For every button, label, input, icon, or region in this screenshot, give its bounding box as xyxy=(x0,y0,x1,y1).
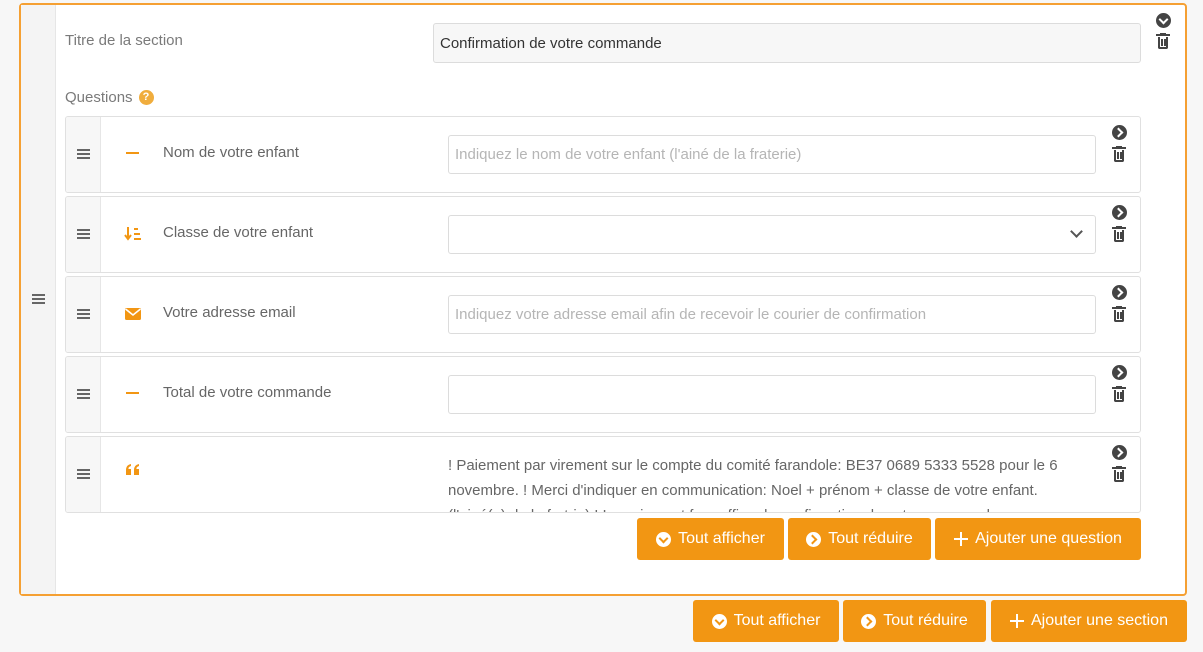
plus-icon xyxy=(954,532,969,546)
section-title-input[interactable] xyxy=(433,23,1141,63)
minus-icon xyxy=(124,145,142,163)
button-label: Tout afficher xyxy=(733,612,821,629)
delete-section-icon[interactable] xyxy=(1156,33,1170,50)
chevron-circle-down-icon xyxy=(711,613,727,629)
question-actions xyxy=(1112,445,1127,483)
question-label: Classe de votre enfant xyxy=(163,224,314,241)
question-item: Total de votre commande xyxy=(65,356,1141,433)
section-drag-handle[interactable] xyxy=(21,5,56,594)
drag-handle-icon xyxy=(32,294,45,304)
question-drag-handle[interactable] xyxy=(66,117,101,192)
collapse-section-icon[interactable] xyxy=(1156,13,1171,28)
total-field[interactable] xyxy=(448,375,1096,414)
question-drag-handle[interactable] xyxy=(66,277,101,352)
question-label: Total de votre commande xyxy=(163,384,332,401)
show-all-sections-button[interactable]: Tout afficher xyxy=(693,600,839,642)
chevron-circle-down-icon xyxy=(656,531,672,547)
button-label: Ajouter une section xyxy=(1031,612,1168,629)
question-actions xyxy=(1112,205,1127,243)
delete-question-icon[interactable] xyxy=(1112,226,1126,243)
quote-icon xyxy=(124,461,142,477)
add-question-button[interactable]: Ajouter une question xyxy=(935,518,1141,560)
add-section-button[interactable]: Ajouter une section xyxy=(991,600,1187,642)
drag-handle-icon xyxy=(77,229,90,239)
button-label: Tout afficher xyxy=(678,530,765,547)
question-input[interactable] xyxy=(448,135,1096,174)
button-label: Tout réduire xyxy=(828,530,913,547)
question-actions xyxy=(1112,125,1127,163)
question-drag-handle[interactable] xyxy=(66,437,101,512)
question-item: Votre adresse email xyxy=(65,276,1141,353)
chevron-down-icon xyxy=(1070,225,1083,238)
minus-icon xyxy=(124,385,142,403)
expand-question-icon[interactable] xyxy=(1112,205,1127,220)
chevron-circle-right-icon xyxy=(806,531,822,547)
email-field[interactable] xyxy=(448,295,1096,334)
delete-question-icon[interactable] xyxy=(1112,466,1126,483)
section-panel: Titre de la section Questions ? Nom de v… xyxy=(19,3,1187,596)
question-actions xyxy=(1112,365,1127,403)
question-item: Nom de votre enfant xyxy=(65,116,1141,193)
question-drag-handle[interactable] xyxy=(66,197,101,272)
question-drag-handle[interactable] xyxy=(66,357,101,432)
class-select[interactable] xyxy=(448,215,1096,254)
expand-question-icon[interactable] xyxy=(1112,365,1127,380)
sort-list-icon xyxy=(124,225,142,243)
questions-heading: Questions ? xyxy=(65,89,154,106)
section-title-label: Titre de la section xyxy=(65,32,183,49)
drag-handle-icon xyxy=(77,149,90,159)
button-label: Tout réduire xyxy=(883,612,968,629)
question-item: ! Paiement par virement sur le compte du… xyxy=(65,436,1141,513)
show-all-questions-button[interactable]: Tout afficher xyxy=(637,518,784,560)
help-icon[interactable]: ? xyxy=(138,90,154,105)
question-item: Classe de votre enfant xyxy=(65,196,1141,273)
delete-question-icon[interactable] xyxy=(1112,306,1126,323)
question-actions xyxy=(1112,285,1127,323)
delete-question-icon[interactable] xyxy=(1112,386,1126,403)
button-label: Ajouter une question xyxy=(975,530,1122,547)
envelope-icon xyxy=(124,305,142,323)
section-actions xyxy=(1156,13,1171,50)
question-label: Votre adresse email xyxy=(163,304,296,321)
drag-handle-icon xyxy=(77,389,90,399)
chevron-circle-right-icon xyxy=(861,613,877,629)
collapse-all-questions-button[interactable]: Tout réduire xyxy=(788,518,931,560)
info-text: ! Paiement par virement sur le compte du… xyxy=(448,457,1058,512)
plus-icon xyxy=(1010,614,1024,628)
collapse-all-sections-button[interactable]: Tout réduire xyxy=(843,600,986,642)
questions-label: Questions xyxy=(65,89,133,106)
drag-handle-icon xyxy=(77,309,90,319)
delete-question-icon[interactable] xyxy=(1112,146,1126,163)
expand-question-icon[interactable] xyxy=(1112,445,1127,460)
expand-question-icon[interactable] xyxy=(1112,285,1127,300)
question-label: Nom de votre enfant xyxy=(163,144,299,161)
drag-handle-icon xyxy=(77,469,90,479)
expand-question-icon[interactable] xyxy=(1112,125,1127,140)
